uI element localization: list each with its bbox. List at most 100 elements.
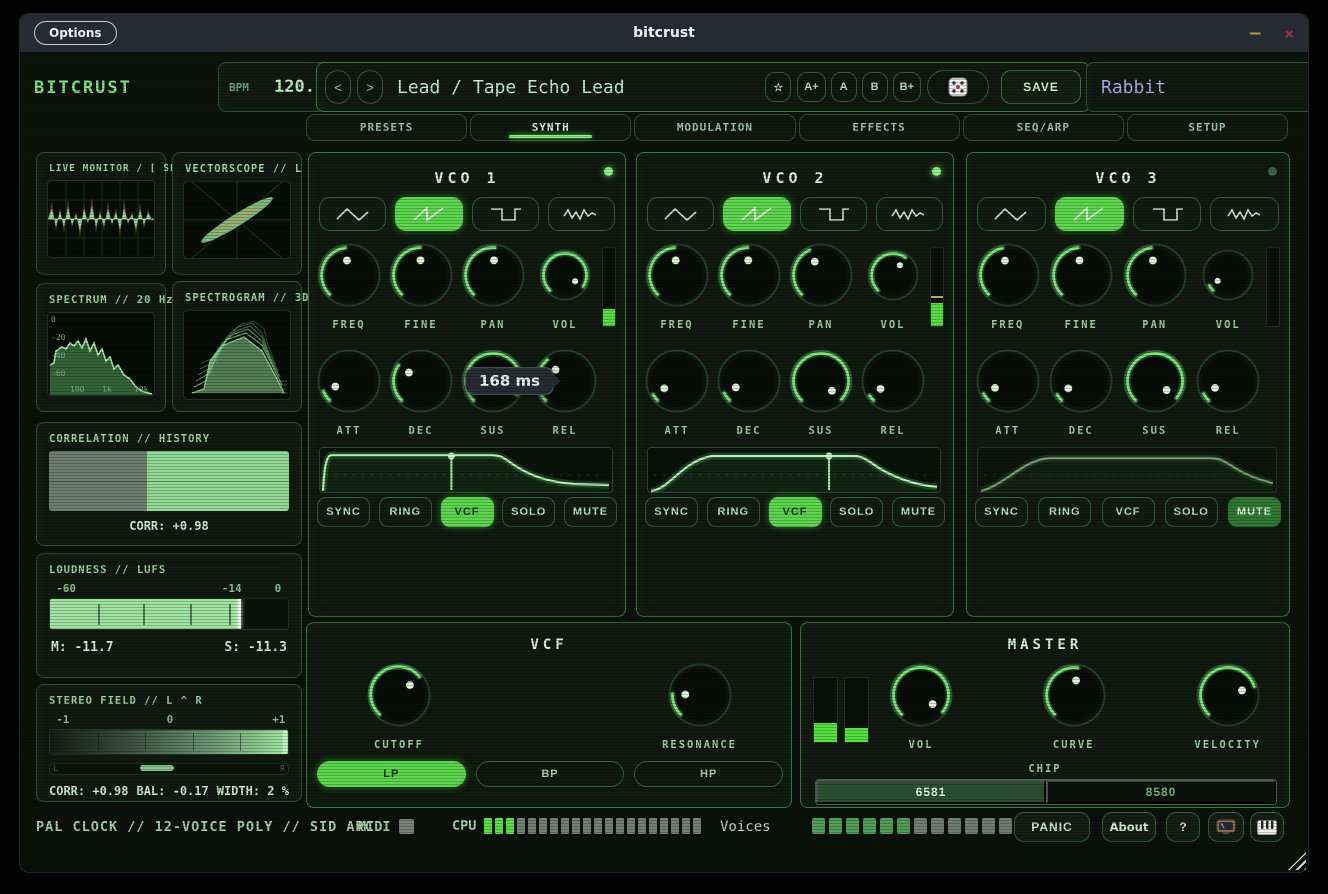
knob-att[interactable] <box>317 349 381 413</box>
ring-button[interactable]: RING <box>379 497 432 527</box>
sync-button[interactable]: SYNC <box>317 497 370 527</box>
balance-handle[interactable] <box>140 765 174 771</box>
preset-name[interactable]: Lead / Tape Echo Lead <box>397 77 759 98</box>
solo-button[interactable]: SOLO <box>502 497 555 527</box>
compare-b-plus-button[interactable]: B+ <box>893 72 921 102</box>
knob-freq[interactable] <box>645 243 709 307</box>
close-icon[interactable]: × <box>1284 24 1294 43</box>
wave-triangle-button[interactable] <box>647 197 714 231</box>
spectrum-title[interactable]: SPECTRUM // 20 Hz – <box>37 284 165 312</box>
stereo-bal-value: BAL: -0.17 <box>136 784 208 798</box>
sync-button[interactable]: SYNC <box>975 497 1028 527</box>
correlation-title[interactable]: CORRELATION // HISTORY <box>37 423 301 451</box>
wave-square-button[interactable] <box>472 197 539 231</box>
chip-8580-button[interactable]: 8580 <box>1046 780 1276 804</box>
vcf-button[interactable]: VCF <box>1102 497 1155 527</box>
mute-button[interactable]: MUTE <box>1228 497 1281 527</box>
knob-curve[interactable] <box>1042 663 1106 727</box>
tab-seqarp[interactable]: SEQ/ARP <box>963 114 1124 141</box>
favorite-star-button[interactable]: ☆ <box>765 72 791 102</box>
vectorscope-title[interactable]: VECTORSCOPE // L x R <box>173 153 301 181</box>
spectrogram-title[interactable]: SPECTROGRAM // 3D <box>173 282 301 310</box>
wave-square-button[interactable] <box>800 197 867 231</box>
wave-saw-button[interactable] <box>1055 197 1124 231</box>
chip-6581-button[interactable]: 6581 <box>816 780 1046 804</box>
stereo-field-title[interactable]: STEREO FIELD // L ^ R <box>37 685 301 713</box>
tab-setup[interactable]: SETUP <box>1127 114 1288 141</box>
solo-button[interactable]: SOLO <box>830 497 883 527</box>
knob-cutoff[interactable] <box>367 663 431 727</box>
knob-fine[interactable] <box>1049 243 1113 307</box>
help-button[interactable]: ? <box>1166 812 1200 842</box>
loudness-title[interactable]: LOUDNESS // LUFS <box>37 554 301 582</box>
knob-pan[interactable] <box>1123 243 1187 307</box>
monitor-button[interactable] <box>1208 812 1244 842</box>
wave-triangle-button[interactable] <box>977 197 1046 231</box>
resize-grip[interactable] <box>1288 852 1306 870</box>
curve-knob-label: CURVE <box>1053 739 1095 751</box>
minimize-icon[interactable]: – <box>1250 23 1260 43</box>
knob-pan[interactable] <box>789 243 853 307</box>
ring-button[interactable]: RING <box>707 497 760 527</box>
panic-button[interactable]: PANIC <box>1014 812 1090 842</box>
balance-slider[interactable]: L R <box>49 763 289 775</box>
knob-pan[interactable] <box>461 243 525 307</box>
knob-vol[interactable] <box>889 663 953 727</box>
knob-velocity[interactable] <box>1196 663 1260 727</box>
randomize-dice-button[interactable] <box>927 70 989 104</box>
vcf-button[interactable]: VCF <box>441 497 494 527</box>
knob-rel[interactable] <box>1196 349 1260 413</box>
knob-rel[interactable] <box>861 349 925 413</box>
filter-mode-lp-button[interactable]: LP <box>317 761 466 787</box>
wave-noise-button[interactable] <box>548 197 615 231</box>
vcf-button[interactable]: VCF <box>769 497 822 527</box>
filter-mode-hp-button[interactable]: HP <box>634 761 783 787</box>
wave-saw-button[interactable] <box>723 197 790 231</box>
live-monitor-title[interactable]: LIVE MONITOR / [ SETUP ] <box>37 153 165 180</box>
tab-synth[interactable]: SYNTH <box>470 114 631 141</box>
bpm-value[interactable]: 120. <box>274 77 315 97</box>
knob-vol[interactable] <box>539 243 591 307</box>
bpm-box[interactable]: BPM 120. <box>218 62 326 112</box>
wave-triangle-button[interactable] <box>319 197 386 231</box>
knob-freq[interactable] <box>317 243 381 307</box>
knob-resonance[interactable] <box>668 663 732 727</box>
filter-mode-bp-button[interactable]: BP <box>476 761 625 787</box>
knob-sus[interactable] <box>1123 349 1187 413</box>
wave-square-button[interactable] <box>1133 197 1202 231</box>
wave-noise-button[interactable] <box>876 197 943 231</box>
knob-vol[interactable] <box>1202 243 1254 307</box>
preset-rename-field[interactable]: Rabbit <box>1086 62 1308 112</box>
knob-dec[interactable] <box>389 349 453 413</box>
preset-prev-button[interactable]: < <box>325 70 351 104</box>
knob-fine[interactable] <box>717 243 781 307</box>
mute-button[interactable]: MUTE <box>564 497 617 527</box>
knob-dec[interactable] <box>1049 349 1113 413</box>
solo-button[interactable]: SOLO <box>1165 497 1218 527</box>
tab-effects[interactable]: EFFECTS <box>799 114 960 141</box>
compare-b-button[interactable]: B <box>862 72 888 102</box>
knob-vol[interactable] <box>867 243 919 307</box>
tab-presets[interactable]: PRESETS <box>306 114 467 141</box>
knob-dec[interactable] <box>717 349 781 413</box>
compare-a-plus-button[interactable]: A+ <box>797 72 825 102</box>
wave-saw-button[interactable] <box>395 197 462 231</box>
compare-a-button[interactable]: A <box>831 72 857 102</box>
knob-freq[interactable] <box>976 243 1040 307</box>
knob-sus[interactable] <box>789 349 853 413</box>
wave-noise-button[interactable] <box>1210 197 1279 231</box>
mute-button[interactable]: MUTE <box>892 497 945 527</box>
save-button[interactable]: SAVE <box>1001 70 1081 104</box>
about-button[interactable]: About <box>1102 812 1156 842</box>
sync-button[interactable]: SYNC <box>645 497 698 527</box>
ring-button[interactable]: RING <box>1038 497 1091 527</box>
knob-fine[interactable] <box>389 243 453 307</box>
voice-segment <box>931 818 944 834</box>
knob-att[interactable] <box>645 349 709 413</box>
keyboard-button[interactable] <box>1250 812 1284 842</box>
spectrum-y-tick: -20 <box>51 333 65 342</box>
preset-next-button[interactable]: > <box>357 70 383 104</box>
knob-att[interactable] <box>976 349 1040 413</box>
tab-modulation[interactable]: MODULATION <box>634 114 795 141</box>
options-button[interactable]: Options <box>34 21 117 45</box>
